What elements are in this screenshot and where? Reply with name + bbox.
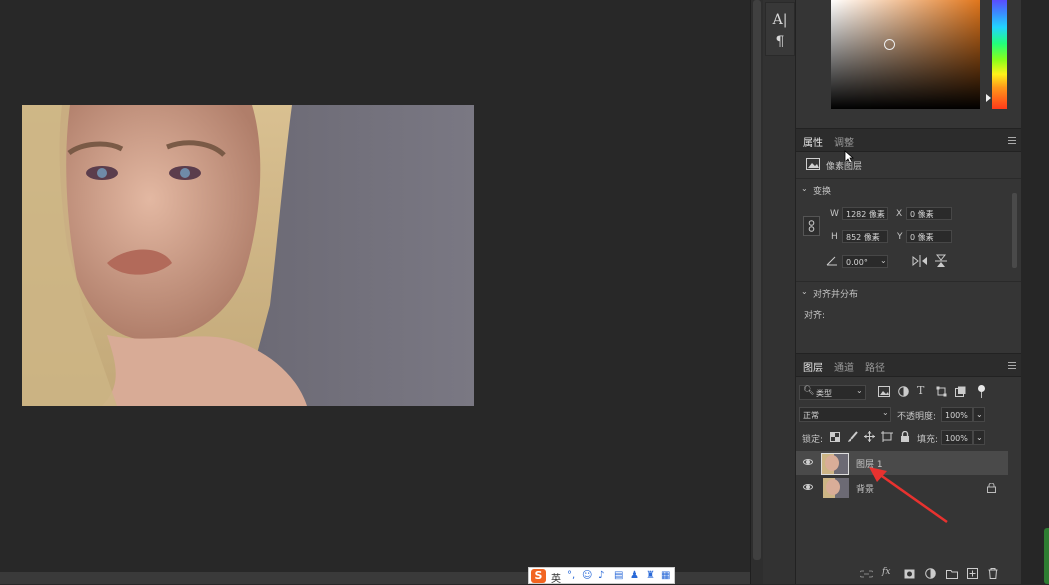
scrollbar-thumb[interactable] <box>753 0 761 560</box>
right-edge-strip <box>1021 0 1049 584</box>
microphone-icon[interactable]: ♪ <box>598 570 604 581</box>
x-field[interactable]: 0 像素 <box>906 207 952 220</box>
hue-slider[interactable] <box>992 0 1007 109</box>
opacity-field[interactable]: 100% <box>941 407 973 422</box>
filter-adjustment-icon[interactable] <box>898 386 909 397</box>
properties-panel-header: 属性 调整 <box>796 128 1021 152</box>
opacity-label: 不透明度: <box>897 412 937 422</box>
filter-smart-object-icon[interactable] <box>955 386 966 397</box>
layer-type-label: 像素图层 <box>826 162 863 172</box>
layers-panel-header: 图层 通道 路径 <box>796 353 1021 377</box>
filter-toggle-stem <box>981 392 982 398</box>
height-field[interactable]: 852 像素 <box>842 230 888 243</box>
green-indicator <box>1044 528 1049 584</box>
properties-scrollbar[interactable] <box>1011 183 1018 328</box>
toolbox-icon[interactable]: ▦ <box>661 570 670 581</box>
tab-adjustments[interactable]: 调整 <box>834 134 854 149</box>
ime-language[interactable]: 英 <box>551 570 561 585</box>
lock-image-pixels-icon[interactable] <box>847 431 858 443</box>
chevron-down-icon[interactable]: ⌄ <box>801 287 808 296</box>
h-label: H <box>831 232 838 242</box>
new-layer-icon[interactable] <box>967 568 978 579</box>
panel-tool-strip: A| ¶ <box>763 0 796 584</box>
tab-paths[interactable]: 路径 <box>865 359 885 374</box>
chevron-down-icon: ⌄ <box>882 408 889 417</box>
angle-icon <box>826 256 837 266</box>
vertical-scrollbar[interactable] <box>750 0 763 584</box>
new-adjustment-layer-icon[interactable] <box>925 568 936 579</box>
color-saturation-field[interactable] <box>831 0 980 109</box>
flip-vertical-icon[interactable] <box>935 254 947 268</box>
new-group-icon[interactable] <box>946 569 958 579</box>
align-label: 对齐: <box>804 311 826 321</box>
punctuation-icon[interactable]: °, <box>567 570 575 581</box>
link-layers-icon[interactable] <box>860 569 873 579</box>
keyboard-icon[interactable]: ▤ <box>614 570 623 581</box>
lock-all-icon[interactable] <box>900 431 910 442</box>
lock-transparent-pixels-icon[interactable] <box>830 432 840 442</box>
blend-mode-select[interactable]: 正常 <box>799 407 891 422</box>
panel-menu-icon[interactable] <box>1008 137 1016 144</box>
w-label: W <box>830 209 839 219</box>
fill-label: 填充: <box>917 435 939 445</box>
filter-shape-icon[interactable] <box>936 386 947 397</box>
layer-thumbnail <box>823 478 849 498</box>
tab-channels[interactable]: 通道 <box>834 359 854 374</box>
divider <box>796 178 1021 179</box>
annotation-arrow <box>869 467 948 524</box>
opacity-dropdown-icon[interactable]: ⌄ <box>973 407 985 422</box>
skin-icon[interactable]: ♟ <box>630 570 639 581</box>
paragraph-panel-button[interactable]: ¶ <box>766 34 794 50</box>
fill-field[interactable]: 100% <box>941 430 973 445</box>
visibility-eye-icon[interactable] <box>803 459 813 465</box>
lock-label: 锁定: <box>802 435 824 445</box>
x-label: X <box>896 209 903 219</box>
y-field[interactable]: 0 像素 <box>906 230 952 243</box>
filter-pixel-icon[interactable] <box>878 386 890 397</box>
y-label: Y <box>897 232 903 242</box>
filter-type-icon[interactable]: T <box>917 384 924 397</box>
emoji-icon[interactable]: ☺ <box>582 570 592 581</box>
lock-artboard-icon[interactable] <box>881 431 893 442</box>
ime-logo[interactable]: S <box>531 569 546 583</box>
portrait-image <box>22 105 474 406</box>
visibility-eye-icon[interactable] <box>803 484 813 490</box>
search-icon: 🔍︎ <box>803 386 815 396</box>
text-tools-group: A| ¶ <box>765 2 795 56</box>
divider <box>796 281 1021 282</box>
document-image[interactable] <box>22 105 474 406</box>
shirt-icon[interactable]: ♜ <box>646 570 655 581</box>
delete-layer-icon[interactable] <box>988 568 998 579</box>
tab-layers[interactable]: 图层 <box>803 359 823 374</box>
flip-horizontal-icon[interactable] <box>912 255 928 267</box>
chevron-down-icon: ⌄ <box>856 386 863 395</box>
chevron-down-icon[interactable]: ⌄ <box>801 184 808 193</box>
color-picker-cursor[interactable] <box>884 39 895 50</box>
add-mask-icon[interactable] <box>904 569 915 579</box>
hue-slider-pointer[interactable] <box>986 94 991 102</box>
tab-properties[interactable]: 属性 <box>803 134 823 149</box>
pixel-layer-icon <box>806 158 820 170</box>
transform-section-title[interactable]: 变换 <box>813 184 831 197</box>
angle-dropdown-icon[interactable]: ⌄ <box>880 256 887 265</box>
align-section-title[interactable]: 对齐并分布 <box>813 287 858 300</box>
filter-toggle-icon[interactable] <box>978 385 985 392</box>
fill-dropdown-icon[interactable]: ⌄ <box>973 430 985 445</box>
lock-icon <box>987 483 996 493</box>
link-icon[interactable] <box>803 216 820 236</box>
lock-position-icon[interactable] <box>864 431 875 442</box>
width-field[interactable]: 1282 像素 <box>842 207 888 220</box>
input-method-toolbar[interactable]: S 英 °, ☺ ♪ ▤ ♟ ♜ ▦ <box>528 567 675 585</box>
layer-thumbnail <box>821 453 849 475</box>
character-panel-button[interactable]: A| <box>766 12 794 28</box>
fx-icon[interactable]: fx <box>882 567 890 577</box>
panel-menu-icon[interactable] <box>1008 362 1016 369</box>
